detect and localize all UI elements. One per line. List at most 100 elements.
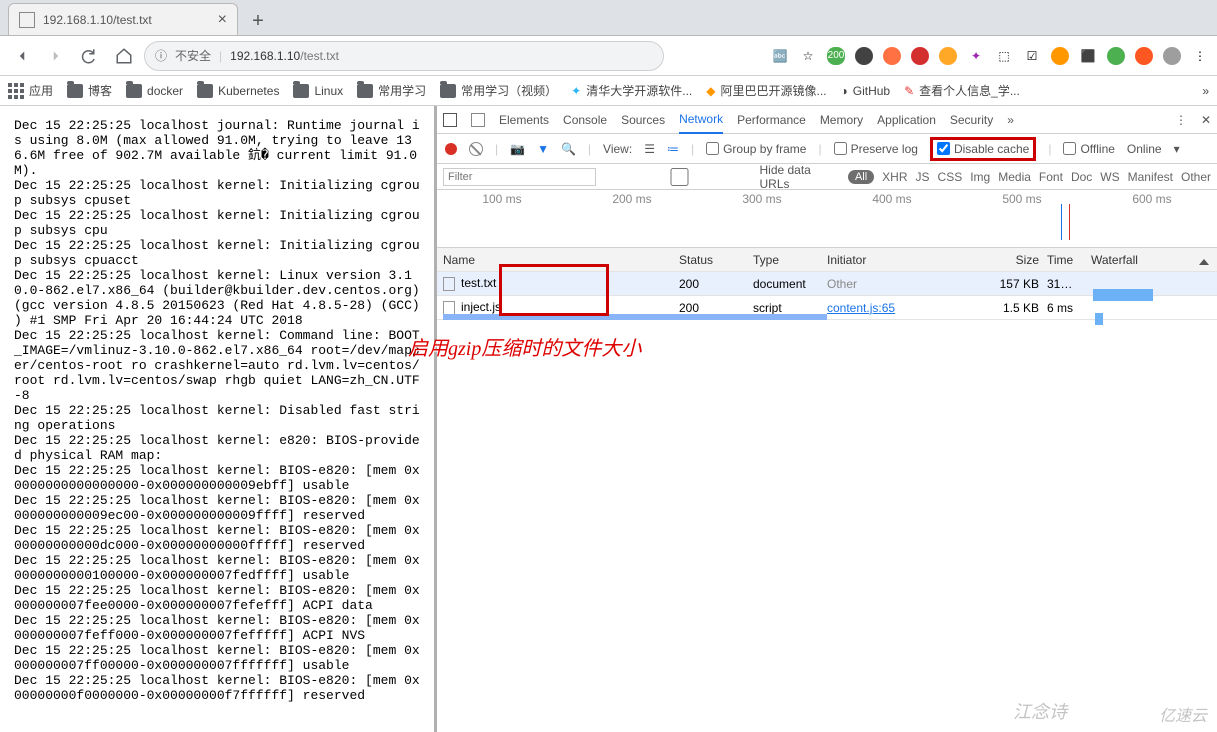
filter-type[interactable]: Other <box>1181 170 1211 184</box>
tab-performance[interactable]: Performance <box>737 107 806 133</box>
omnibox[interactable]: ⓘ 不安全 | 192.168.1.10/test.txt <box>144 41 664 71</box>
adblock-icon[interactable] <box>911 47 929 65</box>
filter-type[interactable]: Doc <box>1071 170 1092 184</box>
bookmark-item[interactable]: Kubernetes <box>197 84 279 98</box>
extension-icon[interactable] <box>1107 47 1125 65</box>
bookmark-item[interactable]: ✎查看个人信息_学... <box>904 82 1020 99</box>
browser-tab[interactable]: 192.168.1.10/test.txt × <box>8 3 238 35</box>
bookmark-item[interactable]: Linux <box>293 84 343 98</box>
filter-type[interactable]: WS <box>1100 170 1119 184</box>
col-size[interactable]: Size <box>937 253 1047 267</box>
throttling-select[interactable]: Online <box>1127 142 1162 156</box>
filter-type[interactable]: CSS <box>938 170 963 184</box>
col-name[interactable]: Name <box>437 253 679 267</box>
extension-icon[interactable]: ☑ <box>1023 47 1041 65</box>
new-tab-button[interactable]: + <box>244 7 272 35</box>
bookmark-item[interactable]: 常用学习（视频） <box>440 82 557 99</box>
col-status[interactable]: Status <box>679 253 753 267</box>
reload-button[interactable] <box>76 42 104 70</box>
menu-icon[interactable]: ⋮ <box>1175 113 1187 127</box>
annotation-text: 启用gzip压缩时的文件大小 <box>408 332 641 361</box>
extension-icon[interactable] <box>1163 47 1181 65</box>
bookmark-item[interactable]: 常用学习 <box>357 82 426 99</box>
translate-icon[interactable]: 🔤 <box>771 47 789 65</box>
watermark: 江念诗 <box>1013 698 1067 724</box>
hide-data-urls-checkbox[interactable]: Hide data URLs <box>604 163 840 191</box>
disable-cache-checkbox[interactable]: Disable cache <box>937 142 1029 156</box>
file-icon <box>443 301 455 315</box>
table-header: Name Status Type Initiator Size Time Wat… <box>437 248 1217 272</box>
filter-type[interactable]: Manifest <box>1128 170 1173 184</box>
back-button[interactable] <box>8 42 36 70</box>
extension-icon[interactable] <box>1051 47 1069 65</box>
tab-sources[interactable]: Sources <box>621 107 665 133</box>
link-icon: ◆ <box>706 84 715 98</box>
clear-button[interactable] <box>469 142 483 156</box>
inspect-icon[interactable] <box>443 113 457 127</box>
col-waterfall[interactable]: Waterfall <box>1091 253 1217 267</box>
filter-icon[interactable]: ▼ <box>537 142 549 156</box>
overflow-icon[interactable]: » <box>1202 84 1209 98</box>
menu-icon[interactable]: ⋮ <box>1191 47 1209 65</box>
view-label: View: <box>603 142 632 156</box>
tab-network[interactable]: Network <box>679 106 723 134</box>
tab-memory[interactable]: Memory <box>820 107 863 133</box>
extension-icon[interactable]: ⬚ <box>995 47 1013 65</box>
overflow-icon[interactable]: » <box>1007 113 1014 127</box>
filter-type[interactable]: Media <box>998 170 1031 184</box>
bookmark-item[interactable]: ✦清华大学开源软件... <box>571 82 692 99</box>
filter-type[interactable]: Img <box>970 170 990 184</box>
forward-button[interactable] <box>42 42 70 70</box>
close-icon[interactable]: × <box>218 11 227 29</box>
tick-label: 500 ms <box>1002 192 1041 206</box>
group-by-frame-checkbox[interactable]: Group by frame <box>706 142 806 156</box>
bookmark-item[interactable]: 博客 <box>67 82 112 99</box>
col-type[interactable]: Type <box>753 253 827 267</box>
tab-console[interactable]: Console <box>563 107 607 133</box>
offline-checkbox[interactable]: Offline <box>1063 142 1114 156</box>
extension-area: 🔤 ☆ 200 ✦ ⬚ ☑ ⬛ ⋮ <box>771 47 1209 65</box>
record-button[interactable] <box>445 143 457 155</box>
bookmark-item[interactable]: docker <box>126 84 183 98</box>
camera-icon[interactable]: 📷 <box>510 142 525 156</box>
filter-input[interactable] <box>443 168 596 186</box>
table-row[interactable]: test.txt200documentOther157 KB31… <box>437 272 1217 296</box>
apps-button[interactable]: 应用 <box>8 82 53 99</box>
bookmark-item[interactable]: ◆阿里巴巴开源镜像... <box>706 82 826 99</box>
search-icon[interactable]: 🔍 <box>561 142 576 156</box>
star-icon[interactable]: ☆ <box>799 47 817 65</box>
tab-application[interactable]: Application <box>877 107 936 133</box>
extension-icon[interactable]: ✦ <box>967 47 985 65</box>
dropdown-icon[interactable]: ▾ <box>1174 142 1180 156</box>
close-icon[interactable]: ✕ <box>1201 113 1211 127</box>
status-badge[interactable]: 200 <box>827 47 845 65</box>
view-detail-icon[interactable]: ≔ <box>667 142 679 156</box>
filter-type[interactable]: JS <box>916 170 930 184</box>
extension-icon[interactable] <box>855 47 873 65</box>
filter-type[interactable]: XHR <box>882 170 907 184</box>
view-list-icon[interactable]: ☰ <box>644 142 655 156</box>
link-icon: ✎ <box>904 84 914 98</box>
tab-elements[interactable]: Elements <box>499 107 549 133</box>
sort-icon <box>1199 259 1209 265</box>
folder-icon <box>197 84 213 98</box>
device-icon[interactable] <box>471 113 485 127</box>
tab-security[interactable]: Security <box>950 107 993 133</box>
folder-icon <box>440 84 456 98</box>
extension-icon[interactable] <box>939 47 957 65</box>
tab-title: 192.168.1.10/test.txt <box>43 13 210 27</box>
bookmarks-bar: 应用 博客 docker Kubernetes Linux 常用学习 常用学习（… <box>0 76 1217 106</box>
log-text[interactable]: Dec 15 22:25:25 localhost journal: Runti… <box>14 118 420 703</box>
bookmark-item[interactable]: ◑GitHub <box>841 84 891 98</box>
extension-icon[interactable]: ⬛ <box>1079 47 1097 65</box>
filter-all[interactable]: All <box>848 170 874 184</box>
extension-icon[interactable] <box>883 47 901 65</box>
preserve-log-checkbox[interactable]: Preserve log <box>834 142 918 156</box>
network-timeline[interactable]: 100 ms 200 ms 300 ms 400 ms 500 ms 600 m… <box>437 190 1217 248</box>
col-initiator[interactable]: Initiator <box>827 253 937 267</box>
home-button[interactable] <box>110 42 138 70</box>
filter-type[interactable]: Font <box>1039 170 1063 184</box>
col-time[interactable]: Time <box>1047 253 1091 267</box>
info-icon: ⓘ <box>155 47 167 64</box>
extension-icon[interactable] <box>1135 47 1153 65</box>
